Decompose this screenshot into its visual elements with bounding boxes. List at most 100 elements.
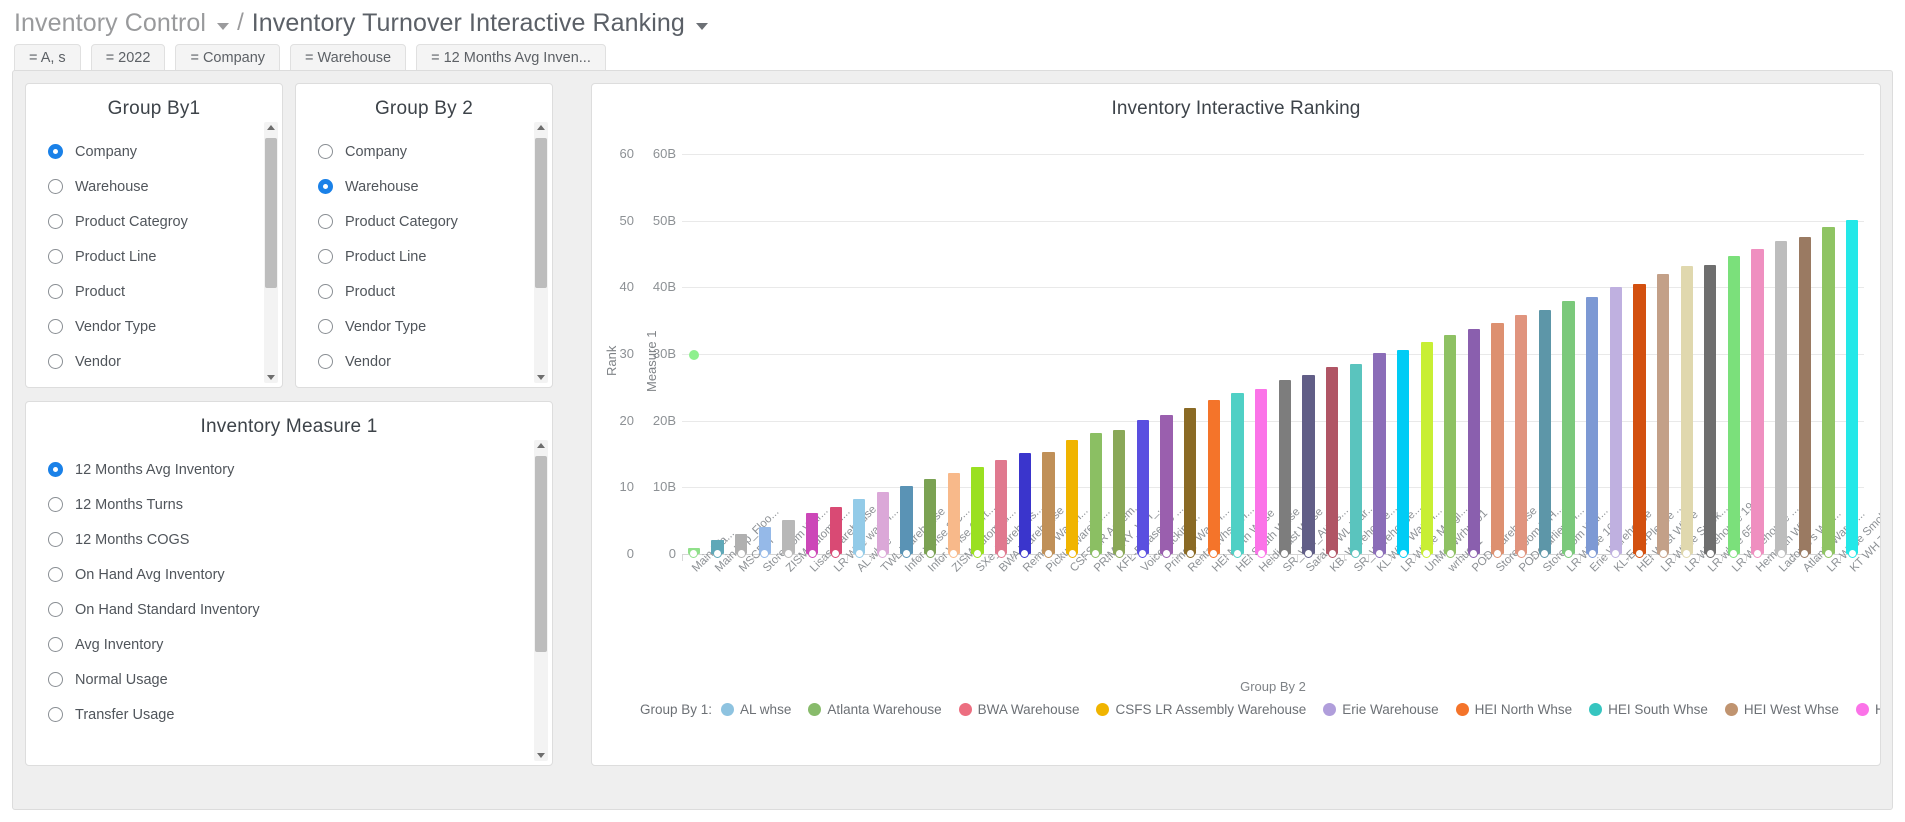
chart-bar[interactable] — [1018, 452, 1031, 554]
radio-unselected-icon[interactable] — [48, 354, 63, 369]
chart-bar[interactable] — [1373, 353, 1386, 554]
rank-marker-dot[interactable] — [1847, 549, 1857, 558]
scroll-down-icon[interactable] — [537, 375, 545, 380]
legend-item[interactable]: HEI South Whse — [1589, 702, 1708, 717]
rank-marker-dot[interactable] — [1398, 549, 1408, 558]
chart-bar[interactable] — [924, 479, 937, 554]
chart-bar[interactable] — [1798, 236, 1812, 554]
chart-bar[interactable] — [947, 472, 960, 554]
rank-marker-dot[interactable] — [925, 549, 935, 558]
rank-marker-dot[interactable] — [1682, 549, 1692, 558]
group-by-2-option-1[interactable]: Warehouse — [296, 169, 552, 204]
chart-bar[interactable] — [1042, 452, 1055, 554]
group-by-2-option-4[interactable]: Product — [296, 274, 552, 309]
inventory-measure-1-option-5[interactable]: Avg Inventory — [26, 627, 552, 662]
rank-marker-dot[interactable] — [1351, 549, 1361, 558]
rank-marker-dot[interactable] — [1327, 549, 1337, 558]
radio-unselected-icon[interactable] — [318, 354, 333, 369]
chart-bar[interactable] — [1325, 367, 1339, 554]
chart-bar[interactable] — [1184, 408, 1197, 554]
rank-marker-dot[interactable] — [831, 549, 841, 558]
radio-unselected-icon[interactable] — [48, 284, 63, 299]
chart-bar[interactable] — [994, 460, 1008, 554]
radio-unselected-icon[interactable] — [48, 672, 63, 687]
legend-item[interactable]: BWA Warehouse — [958, 702, 1079, 717]
rank-marker-dot[interactable] — [1729, 549, 1739, 558]
inventory-measure-1-option-4[interactable]: On Hand Standard Inventory — [26, 592, 552, 627]
radio-unselected-icon[interactable] — [318, 214, 333, 229]
radio-unselected-icon[interactable] — [48, 319, 63, 334]
scroll-up-icon[interactable] — [267, 125, 275, 130]
rank-marker-dot[interactable] — [1800, 549, 1810, 558]
rank-marker-dot[interactable] — [1824, 549, 1834, 558]
group-by-2-option-2[interactable]: Product Category — [296, 204, 552, 239]
chart-bar[interactable] — [1704, 265, 1717, 554]
group-by-1-option-0[interactable]: Company — [26, 134, 282, 169]
rank-marker-dot[interactable] — [1540, 549, 1550, 558]
group-by-1-option-4[interactable]: Product — [26, 274, 282, 309]
chart-bar[interactable] — [1585, 296, 1599, 554]
chart-bar[interactable] — [971, 466, 984, 554]
chart-bar[interactable] — [1515, 315, 1528, 554]
radio-unselected-icon[interactable] — [48, 497, 63, 512]
group-by-2-option-0[interactable]: Company — [296, 134, 552, 169]
rank-marker-dot[interactable] — [902, 549, 912, 558]
radio-unselected-icon[interactable] — [48, 602, 63, 617]
group-by-2-scrollbar[interactable] — [534, 122, 548, 383]
rank-marker-dot[interactable] — [1233, 549, 1243, 558]
chart-bar[interactable] — [1656, 274, 1670, 554]
scrollbar-thumb[interactable] — [535, 138, 547, 288]
rank-marker-dot[interactable] — [1422, 549, 1432, 558]
group-by-1-option-1[interactable]: Warehouse — [26, 169, 282, 204]
inventory-measure-1-option-0[interactable]: 12 Months Avg Inventory — [26, 452, 552, 487]
group-by-1-option-2[interactable]: Product Categroy — [26, 204, 282, 239]
legend-item[interactable]: Atlanta Warehouse — [808, 702, 942, 717]
radio-unselected-icon[interactable] — [318, 144, 333, 159]
rank-marker-dot[interactable] — [1091, 549, 1101, 558]
rank-marker-dot[interactable] — [1256, 549, 1266, 558]
inventory-measure-1-option-6[interactable]: Normal Usage — [26, 662, 552, 697]
radio-unselected-icon[interactable] — [318, 319, 333, 334]
chart-bar[interactable] — [1089, 433, 1102, 554]
radio-unselected-icon[interactable] — [48, 214, 63, 229]
page-chevron-down-icon[interactable] — [695, 22, 708, 30]
chart-bar[interactable] — [1751, 248, 1764, 554]
group-by-1-scrollbar[interactable] — [264, 122, 278, 383]
chart-bar[interactable] — [1846, 220, 1859, 554]
chart-bar[interactable] — [805, 513, 819, 554]
inventory-measure-1-option-7[interactable]: Transfer Usage — [26, 697, 552, 732]
rank-marker-dot[interactable] — [736, 549, 746, 558]
legend-item[interactable]: AL whse — [721, 702, 791, 717]
chevron-down-icon[interactable] — [217, 22, 230, 30]
chart-bar[interactable] — [1467, 329, 1481, 554]
chart-bar[interactable] — [1680, 266, 1693, 554]
rank-marker-dot[interactable] — [1067, 549, 1077, 558]
rank-marker-dot[interactable] — [1469, 549, 1479, 558]
inventory-measure-1-option-3[interactable]: On Hand Avg Inventory — [26, 557, 552, 592]
rank-marker-dot[interactable] — [807, 549, 817, 558]
rank-marker-dot[interactable] — [1516, 549, 1526, 558]
legend-item[interactable]: Erie Warehouse — [1323, 702, 1439, 717]
rank-marker-dot[interactable] — [1162, 549, 1172, 558]
scroll-up-icon[interactable] — [537, 443, 545, 448]
radio-unselected-icon[interactable] — [48, 179, 63, 194]
chart-bar[interactable] — [1609, 287, 1622, 554]
scrollbar-thumb[interactable] — [265, 138, 277, 288]
rank-marker-dot[interactable] — [949, 549, 959, 558]
radio-unselected-icon[interactable] — [48, 637, 63, 652]
chart-bar[interactable] — [1231, 393, 1244, 554]
group-by-1-option-3[interactable]: Product Line — [26, 239, 282, 274]
rank-marker-dot[interactable] — [1209, 549, 1219, 558]
group-by-2-option-3[interactable]: Product Line — [296, 239, 552, 274]
rank-marker-dot[interactable] — [1564, 549, 1573, 558]
chart-bar[interactable] — [1633, 284, 1646, 554]
chart-bar[interactable] — [1302, 374, 1315, 554]
rank-marker-dot[interactable] — [1020, 549, 1030, 558]
chart-bar[interactable] — [1775, 241, 1788, 554]
chart-bar[interactable] — [1396, 350, 1410, 554]
chart-bar[interactable] — [1255, 389, 1268, 554]
page-title[interactable]: Inventory Turnover Interactive Ranking — [252, 9, 685, 38]
group-by-2-option-5[interactable]: Vendor Type — [296, 309, 552, 344]
chart-bar[interactable] — [1207, 400, 1221, 554]
chart-bar[interactable] — [1420, 342, 1433, 554]
